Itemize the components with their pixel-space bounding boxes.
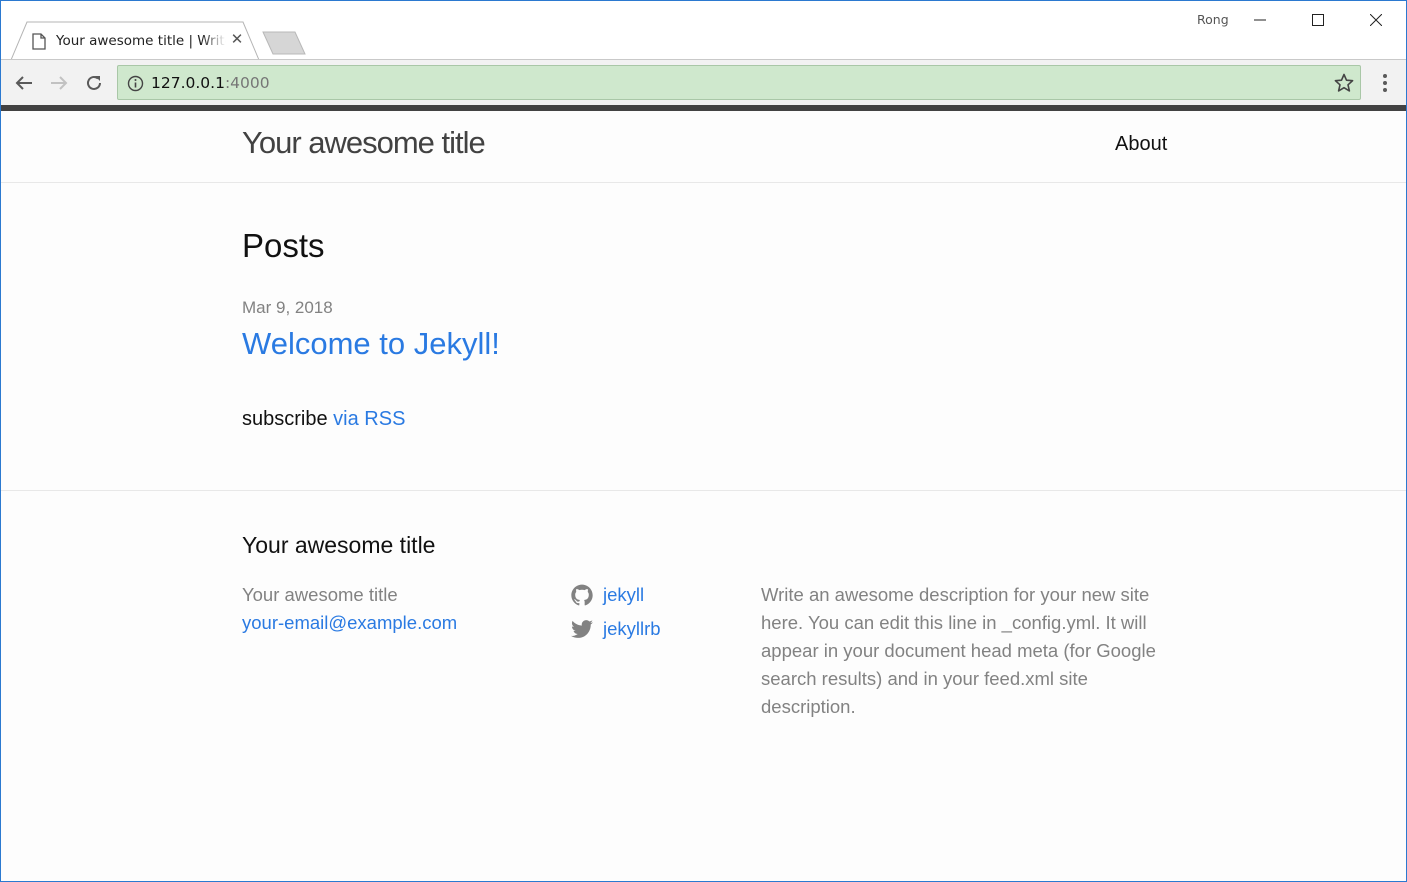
address-bar[interactable]: 127.0.0.1:4000: [117, 65, 1361, 100]
title-bar: Your awesome title | Write an awesome de…: [1, 1, 1406, 60]
site-header: Your awesome title About: [1, 111, 1406, 183]
site-description: Write an awesome description for your ne…: [761, 584, 1156, 717]
footer-heading: Your awesome title: [242, 532, 436, 558]
back-icon[interactable]: [11, 70, 37, 96]
browser-tab[interactable]: Your awesome title | Write an awesome de…: [11, 21, 259, 60]
close-icon[interactable]: ✕: [229, 32, 245, 48]
url-host: 127.0.0.1: [151, 74, 225, 92]
reload-icon[interactable]: [81, 70, 107, 96]
footer-site-name: Your awesome title: [242, 584, 398, 605]
site-title-link[interactable]: Your awesome title: [242, 125, 486, 161]
profile-name[interactable]: Rong: [1197, 12, 1229, 27]
github-icon: [571, 584, 593, 606]
site-footer: Your awesome title Your awesome title yo…: [1, 490, 1406, 881]
browser-window: Your awesome title | Write an awesome de…: [0, 0, 1407, 882]
tab-title: Your awesome title | Write an awesome de…: [56, 33, 226, 49]
minimize-icon[interactable]: [1231, 1, 1289, 39]
menu-icon[interactable]: [1373, 70, 1397, 96]
footer-email-link[interactable]: your-email@example.com: [242, 612, 457, 634]
rss-link[interactable]: via RSS: [333, 408, 405, 430]
page-icon: [32, 33, 46, 50]
browser-toolbar: 127.0.0.1:4000: [1, 59, 1406, 105]
posts-heading: Posts: [242, 227, 325, 264]
rss-subscribe: subscribe via RSS: [242, 408, 405, 431]
window-close-icon[interactable]: [1347, 1, 1405, 39]
twitter-link[interactable]: jekyllrb: [571, 618, 661, 640]
new-tab-button[interactable]: [261, 31, 307, 55]
post-title-link[interactable]: Welcome to Jekyll!: [242, 326, 500, 362]
star-icon[interactable]: [1334, 73, 1354, 93]
rss-prefix: subscribe: [242, 408, 334, 430]
url-text: 127.0.0.1:4000: [151, 74, 270, 92]
twitter-icon: [571, 620, 593, 638]
post-date: Mar 9, 2018: [242, 298, 333, 317]
github-link[interactable]: jekyll: [571, 584, 644, 606]
maximize-icon[interactable]: [1289, 1, 1347, 39]
forward-icon[interactable]: [46, 70, 72, 96]
nav-about-link[interactable]: About: [1115, 133, 1167, 156]
url-port: :4000: [224, 74, 270, 92]
github-username: jekyll: [603, 584, 645, 605]
twitter-username: jekyllrb: [603, 618, 661, 639]
info-icon[interactable]: [127, 75, 144, 92]
